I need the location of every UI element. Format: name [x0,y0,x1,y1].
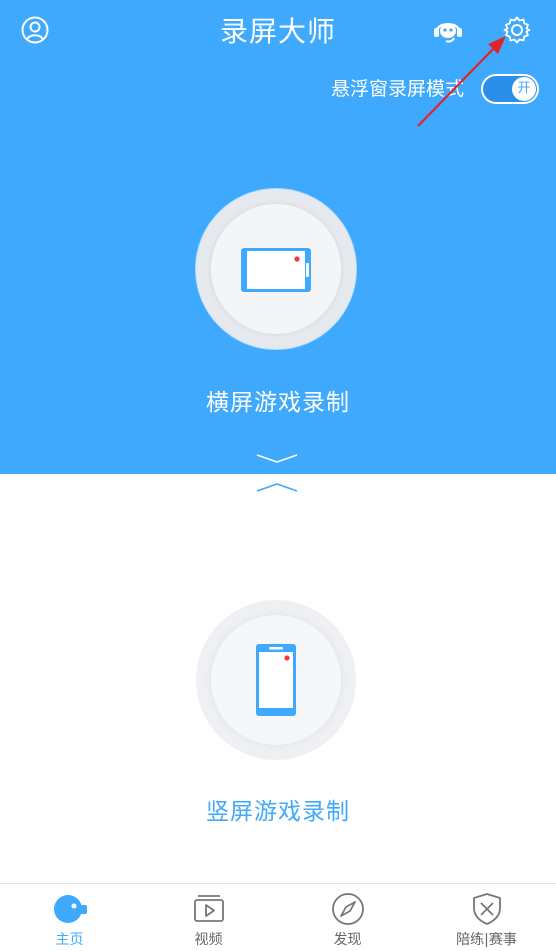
nav-label-video: 视频 [194,932,223,948]
toggle-knob: 开 [512,77,536,101]
shield-swords-icon [472,893,501,925]
chevron-up-icon[interactable] [255,480,299,494]
video-play-icon [193,895,224,922]
nav-label-tournament: 陪练|赛事 [456,932,517,948]
landscape-record-label: 横屏游戏录制 [206,390,350,416]
portrait-record-inner [211,615,341,745]
portrait-phone-icon [256,644,296,716]
landscape-record-button[interactable] [196,189,356,349]
portrait-record-label: 竖屏游戏录制 [206,799,350,825]
nav-item-video[interactable]: 视频 [139,884,278,951]
record-camera-icon [53,895,87,923]
nav-label-discover: 发现 [333,932,362,948]
nav-item-tournament[interactable]: 陪练|赛事 [417,884,556,951]
compass-icon [331,893,364,925]
landscape-phone-icon [241,248,311,292]
nav-item-discover[interactable]: 发现 [278,884,417,951]
portrait-record-button[interactable] [196,600,356,760]
nav-label-home: 主页 [55,932,84,948]
nav-item-home[interactable]: 主页 [0,884,139,951]
bottom-nav: 主页 视频 发现 陪练|赛事 [0,883,556,951]
landscape-record-inner [211,204,341,334]
chevron-down-icon[interactable] [255,452,299,466]
annotation-arrow-icon [417,36,506,127]
